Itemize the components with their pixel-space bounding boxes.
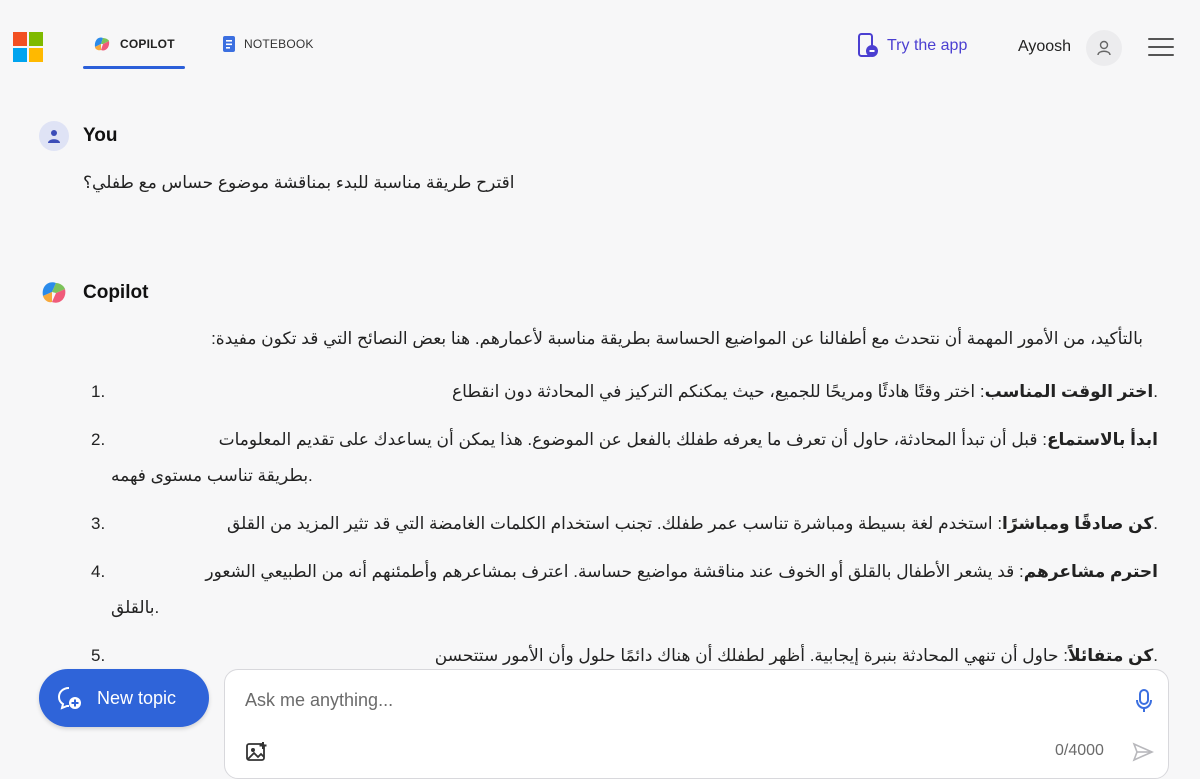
list-item-text: : قبل أن تبدأ المحادثة، حاول أن تعرف ما … [218, 430, 1047, 449]
list-item-body: ابدأ بالاستماع: قبل أن تبدأ المحادثة، حا… [111, 422, 1158, 458]
send-icon[interactable] [1131, 740, 1155, 764]
list-item: 1. اختر الوقت المناسب: اختر وقتًا هادئًا… [83, 374, 1158, 410]
copilot-icon [94, 37, 110, 51]
user-name[interactable]: Ayoosh [1018, 38, 1071, 56]
copilot-intro-text: :بالتأكيد، من الأمور المهمة أن نتحدث مع … [211, 329, 1143, 348]
copilot-name-label: Copilot [83, 282, 149, 303]
copilot-message-header: Copilot [39, 278, 148, 308]
new-topic-button[interactable]: New topic [39, 669, 209, 727]
tab-notebook[interactable]: NOTEBOOK [222, 34, 314, 54]
user-avatar [39, 121, 69, 151]
notebook-icon [223, 36, 235, 52]
user-icon [48, 130, 60, 143]
list-item: 3. كن صادقًا ومباشرًا: استخدم لغة بسيطة … [83, 506, 1158, 542]
try-the-app-label: Try the app [887, 37, 968, 54]
try-the-app-link[interactable]: Try the app [857, 32, 967, 60]
character-counter: 0/4000 [1055, 742, 1104, 759]
list-item-continuation: بطريقة تناسب مستوى فهمه. [111, 466, 313, 485]
new-topic-label: New topic [97, 687, 177, 708]
avatar[interactable] [1086, 30, 1122, 66]
chat-input[interactable] [243, 686, 1107, 714]
list-item-body: كن صادقًا ومباشرًا: استخدم لغة بسيطة ومب… [111, 506, 1158, 542]
microphone-icon[interactable] [1135, 688, 1153, 714]
new-chat-icon [57, 687, 81, 710]
user-message-header: You [39, 121, 117, 151]
chat-composer: 0/4000 [224, 669, 1169, 779]
active-tab-indicator [83, 66, 185, 69]
hamburger-menu-icon[interactable] [1148, 38, 1174, 58]
tab-copilot[interactable]: COPILOT [92, 34, 175, 54]
add-image-icon[interactable] [245, 740, 269, 764]
top-bar: COPILOT NOTEBOOK Try the app Ayoosh [0, 0, 1200, 90]
list-item-title: كن صادقًا ومباشرًا [1002, 514, 1154, 533]
list-item-number: 4. [91, 562, 106, 581]
list-item: 2. ابدأ بالاستماع: قبل أن تبدأ المحادثة،… [83, 422, 1158, 494]
list-item-number: 2. [91, 430, 106, 449]
user-message-text: اقترح طريقة مناسبة للبدء بمناقشة موضوع ح… [83, 173, 515, 192]
list-item: 4. احترم مشاعرهم: قد يشعر الأطفال بالقلق… [83, 554, 1158, 626]
copilot-logo-icon [42, 282, 66, 303]
copilot-tips-list: 1. اختر الوقت المناسب: اختر وقتًا هادئًا… [83, 374, 1158, 686]
list-item-number: 3. [91, 514, 106, 533]
list-item-title: اختر الوقت المناسب [984, 382, 1154, 401]
user-name-label: You [83, 125, 118, 146]
user-icon [1097, 40, 1111, 56]
list-item-continuation: بالقلق. [111, 598, 160, 617]
microsoft-logo[interactable] [13, 32, 43, 62]
list-item-title: كن متفائلاً [1067, 646, 1154, 665]
phone-icon [858, 33, 878, 57]
list-item-title: ابدأ بالاستماع [1046, 430, 1158, 449]
list-item-body: احترم مشاعرهم: قد يشعر الأطفال بالقلق أو… [111, 554, 1158, 590]
tab-notebook-label: NOTEBOOK [244, 37, 314, 51]
list-item-title: احترم مشاعرهم [1023, 562, 1158, 581]
tab-copilot-label: COPILOT [120, 37, 175, 51]
list-item-body: اختر الوقت المناسب: اختر وقتًا هادئًا وم… [111, 374, 1158, 410]
list-item-text: : حاول أن تنهي المحادثة بنبرة إيجابية. أ… [434, 646, 1158, 665]
list-item-text: : قد يشعر الأطفال بالقلق أو الخوف عند من… [205, 562, 1024, 581]
list-item-number: 1. [91, 382, 106, 401]
